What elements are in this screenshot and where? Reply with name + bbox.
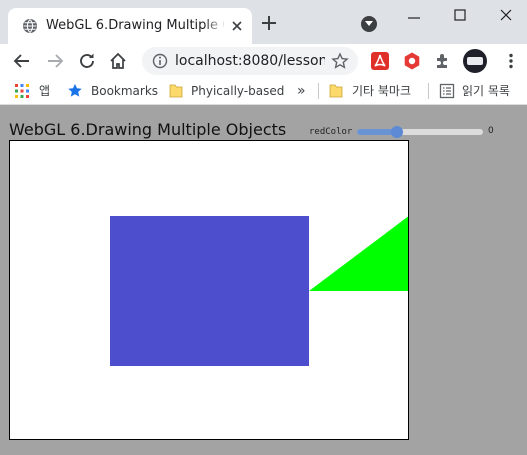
star-filled-icon <box>68 84 82 97</box>
folder-icon <box>169 84 183 98</box>
info-icon[interactable] <box>152 53 168 69</box>
tab-search-button[interactable] <box>361 16 377 32</box>
puzzle-extensions-icon[interactable] <box>433 51 453 71</box>
window-close-icon[interactable] <box>497 6 515 24</box>
red-color-slider[interactable] <box>357 126 483 138</box>
scene-svg <box>110 216 408 366</box>
bookmark-bookmarks[interactable]: Bookmarks <box>91 81 158 101</box>
reading-list-icon <box>439 83 455 99</box>
star-outline-icon[interactable] <box>331 52 349 70</box>
maximize-icon[interactable] <box>451 6 469 24</box>
bookmark-other[interactable]: 기타 북마크 <box>352 81 411 101</box>
slider-label: redColor <box>309 127 353 137</box>
bookmark-reading-list[interactable]: 읽기 목록 <box>462 81 510 101</box>
hexagon-extension-icon[interactable] <box>402 51 422 71</box>
browser-tab[interactable]: WebGL 6.Drawing Multiple Objects <box>8 8 252 44</box>
url-text: localhost:8080/lesson6 <box>175 53 325 69</box>
slider-value: 0 <box>488 126 494 136</box>
slider-thumb[interactable] <box>391 126 404 138</box>
avatar-image <box>467 57 483 65</box>
page-title: WebGL 6.Drawing Multiple Objects <box>9 120 287 139</box>
bookmarks-bar: 앱 Bookmarks Phyically-based » 기타 북마크 읽기 … <box>0 77 527 105</box>
tab-title: WebGL 6.Drawing Multiple Objects <box>46 18 224 33</box>
bookmarks-separator <box>428 83 429 99</box>
tab-title-fade <box>204 17 226 35</box>
folder-icon <box>329 84 343 98</box>
reload-icon[interactable] <box>77 51 97 71</box>
bookmarks-overflow[interactable]: » <box>297 81 306 101</box>
close-icon[interactable] <box>230 19 244 33</box>
minimize-icon[interactable] <box>405 6 423 24</box>
home-icon[interactable] <box>108 51 128 71</box>
forward-arrow-icon[interactable] <box>45 51 65 71</box>
green-triangle <box>309 216 408 291</box>
new-tab-icon[interactable] <box>260 14 278 32</box>
bookmarks-separator <box>318 83 319 99</box>
back-arrow-icon[interactable] <box>12 51 32 71</box>
apps-grid-icon[interactable] <box>14 83 30 99</box>
pdf-extension-icon[interactable] <box>370 51 390 71</box>
kebab-menu-icon[interactable] <box>501 51 521 71</box>
bookmark-apps[interactable]: 앱 <box>39 81 50 101</box>
globe-icon <box>23 19 37 33</box>
blue-rectangle <box>110 216 309 366</box>
webgl-canvas[interactable] <box>9 140 409 440</box>
bookmark-physically[interactable]: Phyically-based <box>191 81 284 101</box>
browser-toolbar: localhost:8080/lesson6 <box>0 44 527 77</box>
tab-strip: WebGL 6.Drawing Multiple Objects <box>0 0 527 44</box>
chevron-down-icon <box>365 21 373 26</box>
profile-avatar[interactable] <box>463 49 487 73</box>
address-bar[interactable]: localhost:8080/lesson6 <box>142 47 358 75</box>
